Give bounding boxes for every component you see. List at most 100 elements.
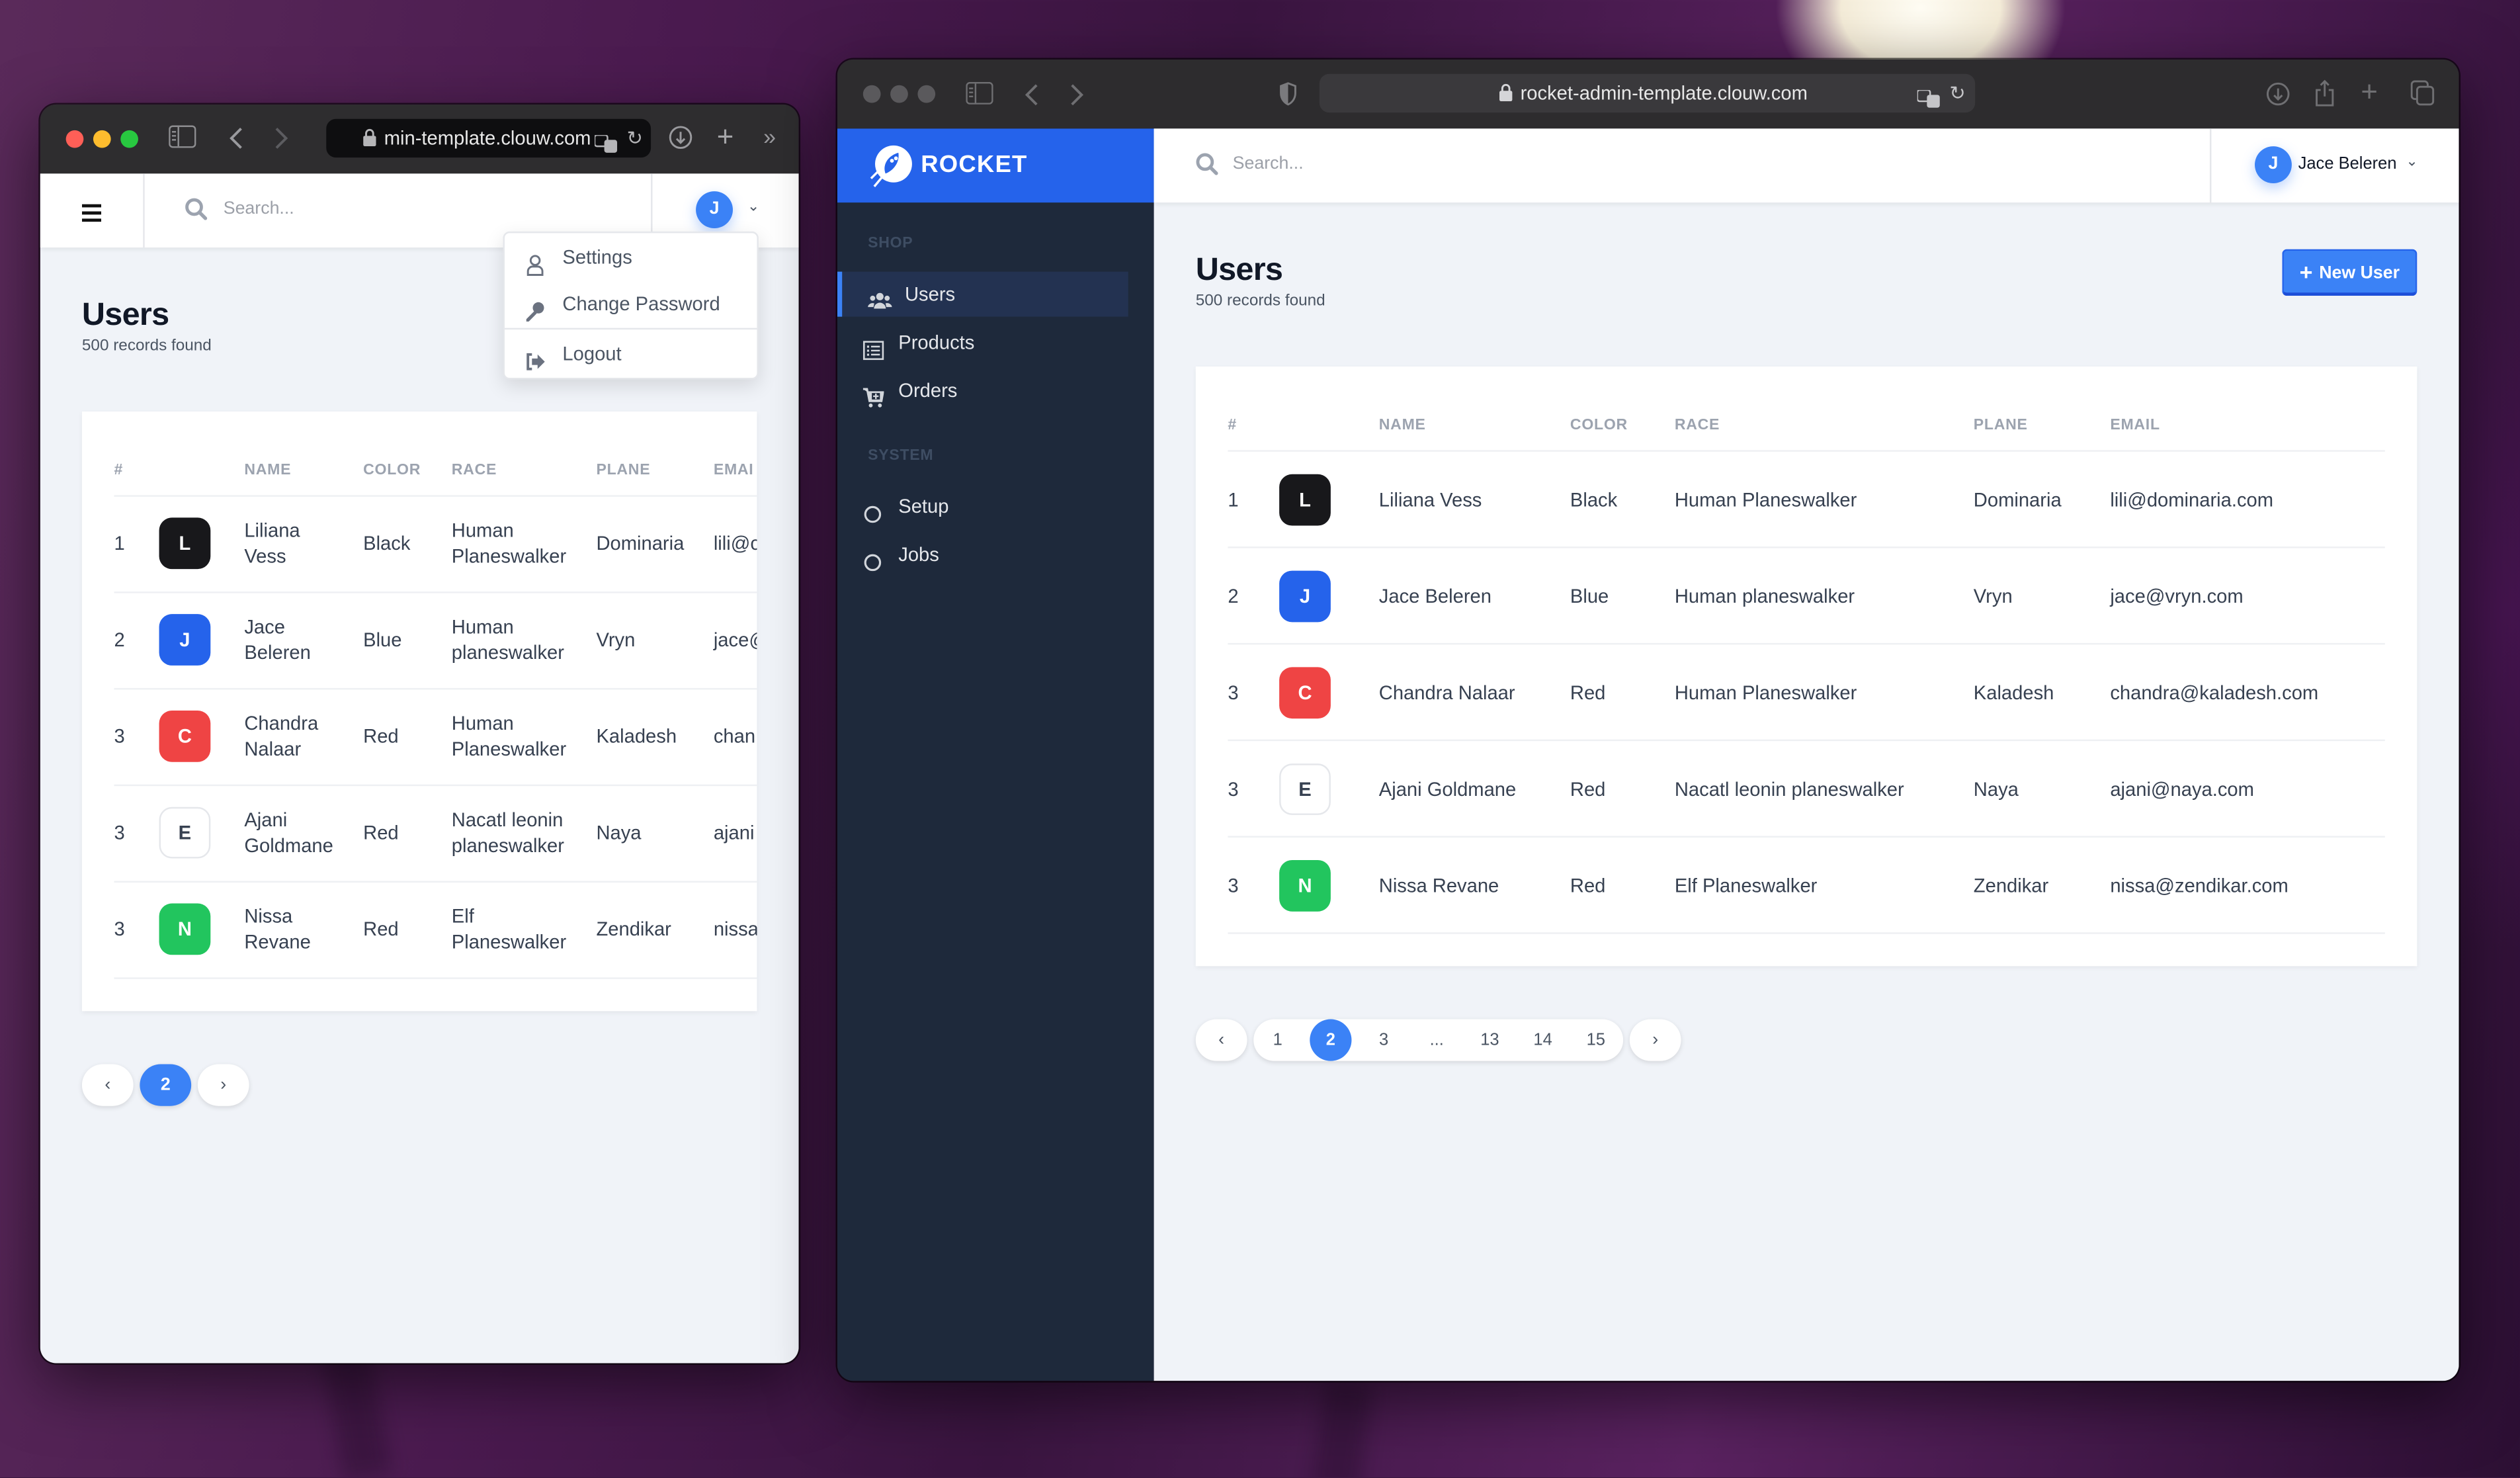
- table-row[interactable]: 2 J Jace Beleren Blue Human planeswalker Vryn ja…: [82, 591, 757, 690]
- table-row[interactable]: 3 E Ajani Goldmane Red Nacatl leonin planeswal…: [82, 785, 757, 883]
- page-2-button[interactable]: 2: [1310, 1019, 1352, 1061]
- new-user-button[interactable]: + New User: [2282, 249, 2417, 296]
- table-row[interactable]: 3 E Ajani Goldmane Red Nacatl leonin planesw…: [1196, 741, 2417, 838]
- forward-icon[interactable]: [273, 126, 289, 156]
- user-plane: Dominaria: [596, 532, 685, 555]
- lock-icon: [1499, 74, 1513, 112]
- brand-logo[interactable]: ROCKET: [837, 128, 1154, 203]
- close-window-button[interactable]: [65, 130, 84, 148]
- column-header-email[interactable]: EMAI: [714, 461, 754, 479]
- prev-page-button[interactable]: ‹: [1195, 1019, 1247, 1061]
- user-email: nissa@zendikar.com: [2110, 874, 2289, 897]
- page-3-button[interactable]: 3: [1363, 1019, 1404, 1061]
- sidebar-toggle-icon[interactable]: [966, 81, 993, 109]
- sidebar-item-users[interactable]: Users: [837, 271, 1128, 317]
- menu-item-settings[interactable]: Settings: [505, 233, 757, 281]
- page-1-button[interactable]: 1: [1257, 1019, 1298, 1061]
- column-header-plane[interactable]: PLANE: [596, 461, 650, 479]
- users-table-card: # NAME COLOR RACE PLANE EMAIL 1 L Liliana Vess Bl…: [1195, 366, 2417, 967]
- address-bar[interactable]: min-template.clouw.com ↻: [326, 118, 651, 158]
- reload-icon[interactable]: ↻: [1949, 74, 1965, 112]
- chevron-down-icon[interactable]: ⌄: [2406, 153, 2417, 171]
- chevron-down-icon[interactable]: ⌄: [747, 198, 759, 216]
- column-header-name[interactable]: NAME: [244, 461, 291, 479]
- user-color: Blue: [363, 629, 402, 652]
- table-row[interactable]: 3 C Chandra Nalaar Red Human Planeswalker Kalad…: [82, 688, 757, 787]
- column-header-race[interactable]: RACE: [1675, 416, 1720, 434]
- user-plane: Vryn: [596, 629, 636, 652]
- desktop: min-template.clouw.com ↻ + » Search... J…: [0, 0, 2520, 1477]
- sidebar-item-setup[interactable]: Setup: [837, 484, 1128, 529]
- translate-icon[interactable]: [593, 128, 618, 167]
- user-email: ajani: [713, 821, 755, 844]
- next-page-button[interactable]: ›: [197, 1064, 249, 1106]
- sidebar-toggle-icon[interactable]: [169, 125, 196, 153]
- address-bar[interactable]: rocket-admin-template.clouw.com ↻: [1319, 73, 1976, 113]
- new-tab-icon[interactable]: +: [717, 122, 734, 152]
- avatar[interactable]: J: [696, 191, 733, 229]
- new-tab-icon[interactable]: +: [2361, 77, 2378, 107]
- user-race-line2: planeswalker: [451, 641, 564, 664]
- column-header-race[interactable]: RACE: [452, 461, 497, 479]
- downloads-icon[interactable]: [2266, 82, 2290, 111]
- column-header-name[interactable]: NAME: [1379, 416, 1426, 434]
- next-page-button[interactable]: ›: [1629, 1019, 1681, 1061]
- zoom-window-button[interactable]: [120, 130, 138, 148]
- zoom-window-button[interactable]: [917, 85, 936, 103]
- page-15-button[interactable]: 15: [1575, 1019, 1617, 1061]
- avatar[interactable]: J: [2255, 146, 2292, 183]
- page-2-button[interactable]: 2: [140, 1064, 192, 1106]
- search-input[interactable]: Search...: [1233, 154, 1304, 173]
- users-icon: [868, 283, 892, 309]
- table-row[interactable]: 3 N Nissa Revane Red Elf Planeswalker Zendika…: [1196, 838, 2417, 934]
- page-14-button[interactable]: 14: [1522, 1019, 1564, 1061]
- more-chevrons-icon[interactable]: »: [763, 126, 776, 148]
- table-row[interactable]: 1 L Liliana Vess Black Human Planeswalker Dom…: [1196, 452, 2417, 548]
- table-row[interactable]: 1 L Liliana Vess Black Human Planeswalker Domin…: [82, 495, 757, 593]
- menu-item-change-password[interactable]: Change Password: [505, 280, 757, 328]
- table-row[interactable]: 3 C Chandra Nalaar Red Human Planeswalker Kal…: [1196, 644, 2417, 742]
- row-number: 3: [114, 918, 125, 941]
- user-plane: Kaladesh: [1973, 681, 2054, 705]
- avatar: J: [159, 614, 211, 666]
- sidebar-item-orders[interactable]: Orders: [837, 368, 1128, 413]
- user-race-line2: planeswalker: [451, 834, 564, 857]
- menu-item-logout[interactable]: Logout: [505, 329, 757, 378]
- minimize-window-button[interactable]: [93, 130, 111, 148]
- wallpaper-streak: [1310, 1379, 1374, 1477]
- table-row[interactable]: 2 J Jace Beleren Blue Human planeswalker Vryn…: [1196, 548, 2417, 645]
- column-header-color[interactable]: COLOR: [1570, 416, 1628, 434]
- column-header-num[interactable]: #: [114, 461, 124, 479]
- user-name: Chandra Nalaar: [1378, 681, 1515, 705]
- translate-icon[interactable]: [1916, 83, 1941, 122]
- row-number: 3: [114, 821, 125, 844]
- column-header-color[interactable]: COLOR: [363, 461, 421, 479]
- minimize-window-button[interactable]: [890, 85, 908, 103]
- avatar: L: [1279, 474, 1331, 526]
- user-name-line2: Vess: [244, 544, 286, 568]
- search-input[interactable]: Search...: [224, 199, 294, 218]
- user-menu-toggle[interactable]: J Jace Beleren ⌄: [2209, 128, 2459, 203]
- page-number-group: 1 2 3... 13 14 15: [1253, 1019, 1624, 1061]
- nav-section-shop: SHOP: [868, 234, 913, 253]
- column-header-plane[interactable]: PLANE: [1974, 416, 2028, 434]
- prev-page-button[interactable]: ‹: [81, 1064, 134, 1106]
- close-window-button[interactable]: [862, 85, 881, 103]
- page-13-button[interactable]: 13: [1469, 1019, 1511, 1061]
- table-row[interactable]: 3 N Nissa Revane Red Elf Planeswalker Zendikar n…: [82, 881, 757, 979]
- back-icon[interactable]: [228, 126, 244, 156]
- downloads-icon[interactable]: [669, 126, 693, 155]
- sidebar-item-products[interactable]: Products: [837, 320, 1128, 365]
- column-header-email[interactable]: EMAIL: [2110, 416, 2160, 434]
- privacy-shield-icon[interactable]: [1279, 82, 1297, 111]
- forward-icon[interactable]: [1069, 82, 1085, 112]
- back-icon[interactable]: [1024, 82, 1040, 112]
- share-icon[interactable]: [2314, 79, 2335, 112]
- sidebar-item-jobs[interactable]: Jobs: [837, 532, 1128, 577]
- tab-overview-icon[interactable]: [2410, 80, 2435, 110]
- hamburger-menu-icon[interactable]: [81, 201, 102, 230]
- reload-icon[interactable]: ↻: [627, 119, 643, 157]
- column-header-num[interactable]: #: [1228, 416, 1237, 434]
- active-indicator: [837, 271, 843, 317]
- user-color: Red: [363, 724, 399, 748]
